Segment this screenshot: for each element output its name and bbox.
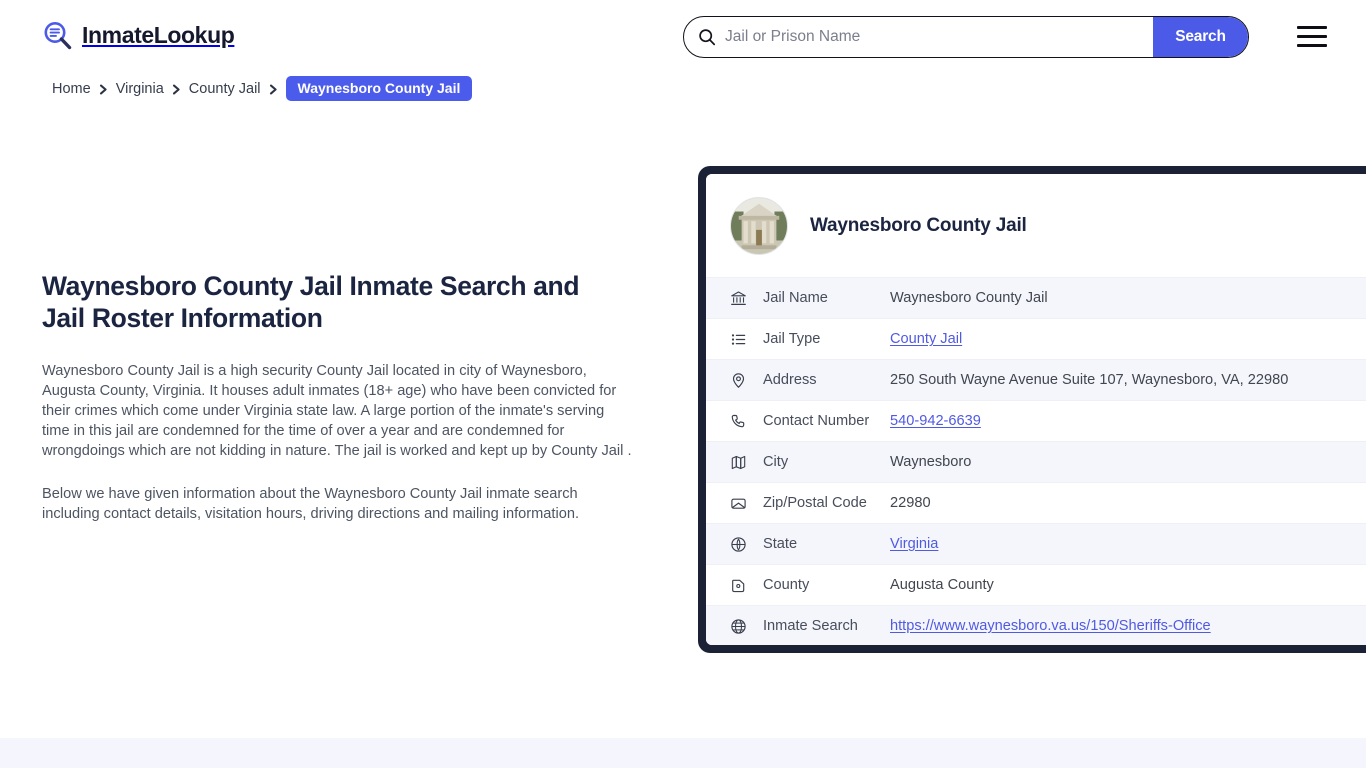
chevron-right-icon <box>269 83 278 95</box>
county-map-icon <box>730 577 747 594</box>
table-row: State Virginia <box>706 523 1366 564</box>
map-icon <box>730 454 747 471</box>
breadcrumb-item-home[interactable]: Home <box>52 81 91 97</box>
envelope-icon <box>730 495 747 512</box>
hamburger-bar <box>1297 34 1327 39</box>
globe-icon <box>730 618 747 635</box>
list-icon <box>730 331 747 348</box>
chevron-right-icon <box>172 83 181 95</box>
chevron-right-icon <box>99 83 108 95</box>
inmate-search-link[interactable]: https://www.waynesboro.va.us/150/Sheriff… <box>890 618 1211 634</box>
table-row: Jail Type County Jail <box>706 318 1366 359</box>
row-label: Jail Name <box>763 290 828 306</box>
jail-type-link[interactable]: County Jail <box>890 331 962 347</box>
row-label: State <box>763 536 798 552</box>
state-link[interactable]: Virginia <box>890 536 938 552</box>
magnifier-list-icon <box>42 20 73 51</box>
search-input[interactable] <box>716 17 1153 57</box>
row-label: Jail Type <box>763 331 821 347</box>
courthouse-photo <box>730 196 788 255</box>
jail-info-card-title: Waynesboro County Jail <box>810 214 1027 236</box>
row-label: Inmate Search <box>763 618 858 634</box>
row-label: Zip/Postal Code <box>763 495 867 511</box>
row-value: 22980 <box>890 495 931 511</box>
breadcrumb-item-county-jail[interactable]: County Jail <box>189 81 261 97</box>
search-icon <box>698 28 716 46</box>
row-label: County <box>763 577 810 593</box>
page-root: InmateLookup Search Home Virginia <box>0 0 1366 768</box>
site-header: InmateLookup Search <box>0 0 1366 72</box>
hamburger-menu-icon[interactable] <box>1297 26 1327 47</box>
row-label: Address <box>763 372 817 388</box>
row-value: 250 South Wayne Avenue Suite 107, Waynes… <box>890 372 1289 388</box>
row-label: City <box>763 454 789 470</box>
hamburger-bar <box>1297 26 1327 30</box>
site-logo-text: InmateLookup <box>82 22 235 48</box>
row-value: Waynesboro <box>890 454 972 470</box>
footer-section <box>0 738 1366 768</box>
breadcrumb-current-page: Waynesboro County Jail <box>285 76 473 101</box>
article-column: Waynesboro County Jail Inmate Search and… <box>42 270 634 524</box>
row-value: Augusta County <box>890 577 994 593</box>
site-logo[interactable]: InmateLookup <box>42 20 235 51</box>
table-row: Contact Number 540-942-6639 <box>706 400 1366 441</box>
table-row: City Waynesboro <box>706 441 1366 482</box>
jail-info-card-inner: Waynesboro County Jail Jail Name Waynesb… <box>706 174 1366 645</box>
hamburger-bar <box>1297 43 1327 47</box>
map-pin-icon <box>730 372 747 389</box>
jail-info-card-header: Waynesboro County Jail <box>706 174 1366 277</box>
search-button[interactable]: Search <box>1153 17 1248 57</box>
table-row: Jail Name Waynesboro County Jail <box>706 277 1366 318</box>
jail-info-card: Waynesboro County Jail Jail Name Waynesb… <box>698 166 1366 653</box>
bank-icon <box>730 290 747 307</box>
row-value: Waynesboro County Jail <box>890 290 1048 306</box>
breadcrumb-item-virginia[interactable]: Virginia <box>116 81 164 97</box>
row-label: Contact Number <box>763 413 870 429</box>
table-row: Zip/Postal Code 22980 <box>706 482 1366 523</box>
compass-icon <box>730 536 747 553</box>
intro-paragraph-1: Waynesboro County Jail is a high securit… <box>42 362 632 460</box>
table-row: Address 250 South Wayne Avenue Suite 107… <box>706 359 1366 400</box>
table-row: County Augusta County <box>706 564 1366 605</box>
jail-info-table: Jail Name Waynesboro County Jail Jail Ty… <box>706 277 1366 645</box>
phone-icon <box>730 413 747 430</box>
breadcrumb: Home Virginia County Jail Waynesboro Cou… <box>52 76 473 101</box>
search-bar[interactable]: Search <box>683 16 1249 58</box>
intro-paragraph-2: Below we have given information about th… <box>42 485 580 522</box>
phone-link[interactable]: 540-942-6639 <box>890 413 981 429</box>
page-title: Waynesboro County Jail Inmate Search and… <box>42 271 580 334</box>
table-row: Inmate Search https://www.waynesboro.va.… <box>706 605 1366 645</box>
